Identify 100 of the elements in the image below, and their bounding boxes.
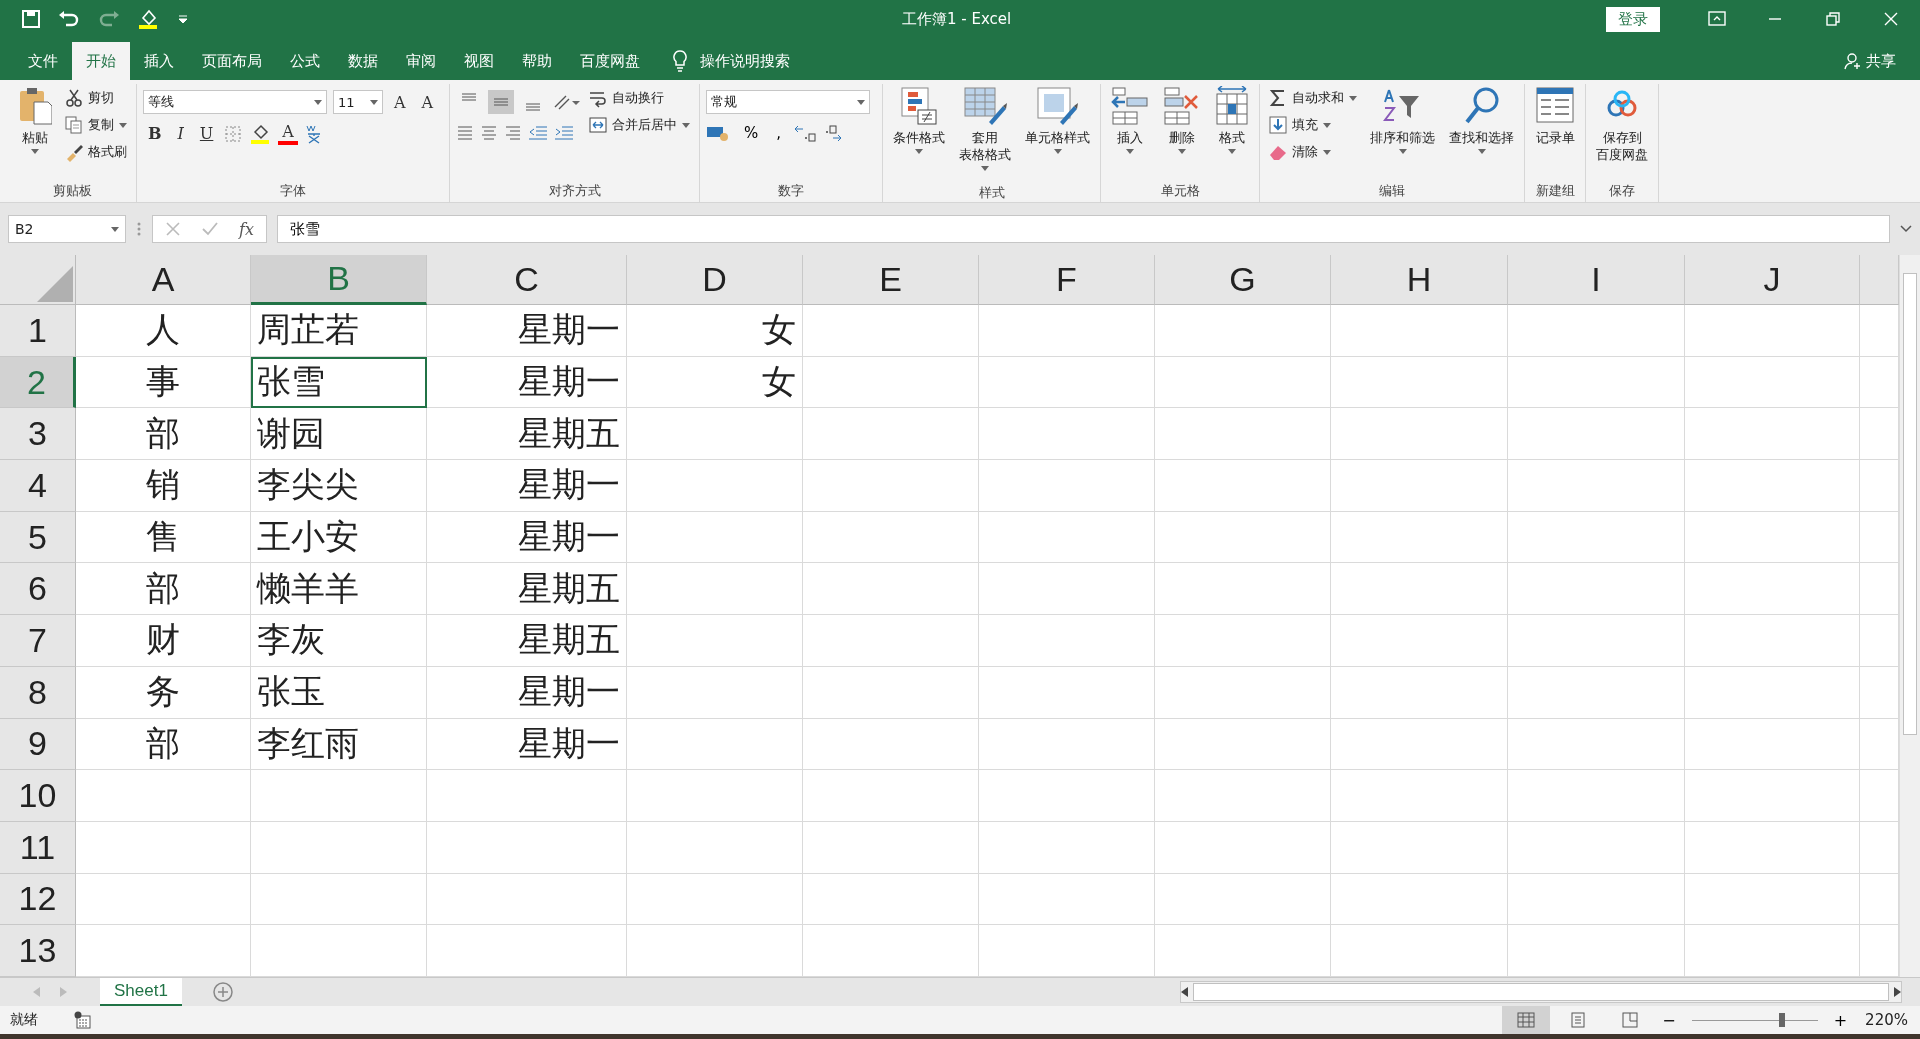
sheet-tab[interactable]: Sheet1 [100, 978, 182, 1006]
column-header[interactable]: D [627, 255, 803, 305]
ribbon-button[interactable]: 插入 [1107, 84, 1153, 180]
select-all-button[interactable] [0, 255, 76, 305]
macro-record-icon[interactable] [74, 1011, 92, 1029]
previous-sheet-icon[interactable] [33, 987, 41, 997]
align-left-icon[interactable] [456, 124, 474, 140]
ribbon-button[interactable]: 条件格式 [889, 84, 949, 182]
scroll-right-icon[interactable] [1893, 987, 1901, 997]
column-header[interactable]: J [1685, 255, 1860, 305]
customize-icon[interactable] [178, 14, 188, 24]
add-sheet-icon[interactable] [211, 981, 234, 1003]
menu-tab[interactable]: 公式 [276, 42, 334, 80]
zoom-out-button[interactable]: − [1658, 1010, 1680, 1030]
menu-tab[interactable]: 帮助 [508, 42, 566, 80]
increase-indent-icon[interactable] [554, 124, 574, 140]
next-sheet-icon[interactable] [59, 987, 67, 997]
text-style-button[interactable]: I [172, 122, 189, 145]
save-icon[interactable] [22, 10, 40, 28]
drag-handle-icon[interactable] [136, 221, 142, 237]
name-box[interactable]: B2 [8, 215, 126, 243]
menu-tab[interactable]: 插入 [130, 42, 188, 80]
align-right-icon[interactable] [504, 124, 522, 140]
menu-tab[interactable]: 开始 [72, 42, 130, 80]
orientation-icon[interactable] [552, 93, 580, 111]
row-header[interactable]: 5 [0, 511, 76, 564]
scroll-thumb[interactable] [1903, 273, 1917, 735]
ribbon-button[interactable]: 记录单 [1531, 84, 1579, 180]
column-header[interactable]: E [803, 255, 979, 305]
restore-icon[interactable] [1824, 10, 1842, 28]
row-header[interactable]: 10 [0, 770, 76, 822]
menu-tab[interactable]: 审阅 [392, 42, 450, 80]
formula-field[interactable]: 张雪 [276, 215, 1890, 243]
text-style-button[interactable]: B [143, 122, 167, 145]
insert-function-button[interactable]: fx [239, 219, 254, 239]
ribbon-button[interactable]: 清除 [1266, 140, 1360, 164]
ribbon-button[interactable]: 格式刷 [62, 140, 130, 164]
ribbon-button[interactable]: 自动换行 [586, 86, 693, 110]
menu-tab[interactable]: 视图 [450, 42, 508, 80]
ribbon-button[interactable]: 粘贴 [14, 84, 56, 180]
ribbon-button[interactable]: 排序和筛选 [1366, 84, 1439, 180]
ribbon-button[interactable]: 合并后居中 [586, 113, 693, 137]
expand-icon[interactable] [1900, 225, 1912, 233]
column-header[interactable]: I [1508, 255, 1685, 305]
grow-font-button[interactable]: A [389, 90, 411, 114]
number-style-button[interactable]: , [770, 122, 788, 144]
row-header[interactable]: 8 [0, 666, 76, 719]
column-header[interactable]: G [1155, 255, 1331, 305]
ribbon-button[interactable]: 自动求和 [1266, 86, 1360, 110]
ribbon-button[interactable]: 剪切 [62, 86, 130, 110]
login-button[interactable]: 登录 [1606, 6, 1660, 32]
vertical-align-button[interactable] [488, 90, 514, 114]
search-field[interactable]: 操作说明搜索 [698, 51, 812, 71]
font-color-button[interactable]: A [278, 122, 298, 145]
undo-icon[interactable] [58, 10, 80, 28]
menu-tab[interactable]: 数据 [334, 42, 392, 80]
row-header[interactable]: 9 [0, 718, 76, 771]
column-header[interactable]: H [1331, 255, 1508, 305]
menu-tab[interactable]: 百度网盘 [566, 42, 654, 80]
row-header[interactable]: 6 [0, 563, 76, 616]
row-header[interactable]: 3 [0, 408, 76, 461]
view-button[interactable] [1502, 1006, 1551, 1034]
ribbon-button[interactable]: 填充 [1266, 113, 1360, 137]
ribbon-button[interactable]: 查找和选择 [1445, 84, 1518, 180]
row-header[interactable]: 13 [0, 925, 76, 977]
font-dropdown[interactable]: 等线 [143, 90, 327, 114]
ribbon-button[interactable]: 复制 [62, 113, 130, 137]
size-dropdown[interactable]: 11 [333, 90, 383, 114]
row-header[interactable]: 1 [0, 305, 76, 357]
ribbon-button[interactable]: 单元格样式 [1021, 84, 1094, 182]
column-header[interactable]: A [76, 255, 251, 305]
shrink-font-button[interactable]: A [416, 90, 439, 114]
close-icon[interactable] [1882, 10, 1900, 28]
menu-tab[interactable]: 文件 [14, 42, 72, 80]
vertical-scrollbar[interactable] [1899, 255, 1920, 977]
row-header[interactable]: 11 [0, 821, 76, 874]
horizontal-scrollbar[interactable] [1180, 981, 1902, 1003]
ribbon-button[interactable]: 删除 [1159, 84, 1205, 180]
text-style-button[interactable]: U [194, 122, 219, 145]
ribbon-button[interactable]: 套用 表格格式 [955, 84, 1015, 182]
column-header[interactable]: B [251, 255, 427, 305]
cancel-icon[interactable] [165, 221, 181, 237]
menu-tab[interactable]: 页面布局 [188, 42, 276, 80]
slider-thumb[interactable] [1779, 1013, 1786, 1027]
check-icon[interactable] [201, 221, 219, 237]
decrease-indent-icon[interactable] [528, 124, 548, 140]
row-header[interactable]: 12 [0, 873, 76, 926]
number-style-button[interactable]: % [738, 122, 765, 144]
fill-color-icon[interactable] [138, 9, 160, 29]
scroll-thumb[interactable] [1193, 983, 1889, 1001]
column-header[interactable]: C [427, 255, 627, 305]
ribbon-button[interactable]: 格式 [1211, 84, 1253, 180]
share-button[interactable]: 共享 [1866, 51, 1896, 71]
scroll-left-icon[interactable] [1181, 987, 1189, 997]
row-header[interactable]: 4 [0, 460, 76, 512]
increase-decimal-icon[interactable] [793, 124, 818, 142]
ribbon-display-icon[interactable] [1708, 10, 1726, 28]
zoom-in-button[interactable]: + [1829, 1010, 1852, 1030]
ribbon-button[interactable]: 保存到 百度网盘 [1592, 84, 1652, 180]
row-header[interactable]: 2 [0, 356, 76, 409]
